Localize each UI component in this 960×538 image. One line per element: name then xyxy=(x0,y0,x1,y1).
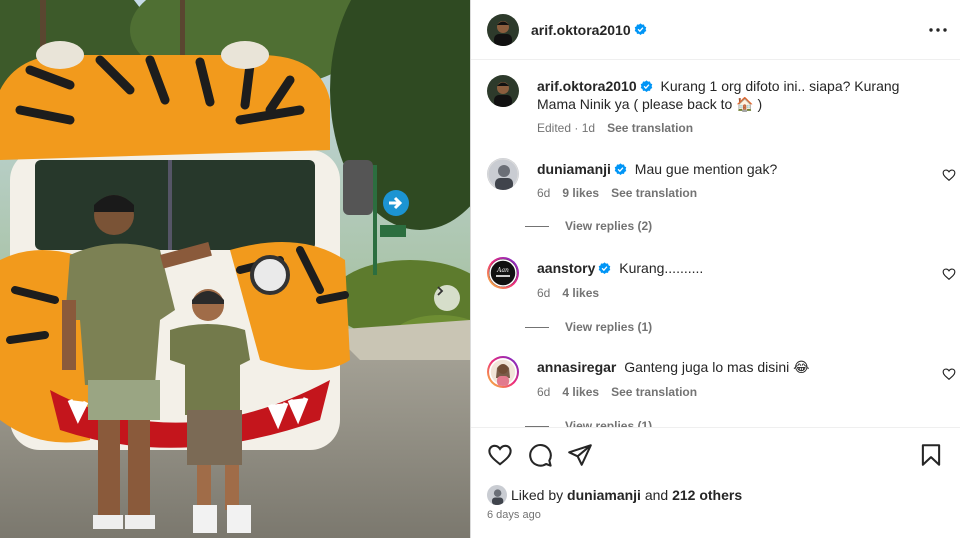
share-icon[interactable] xyxy=(567,442,593,468)
caption-username[interactable]: arif.oktora2010 xyxy=(537,78,637,94)
liked-by-row: Liked by duniamanji and 212 others xyxy=(487,485,742,505)
comment-likes[interactable]: 9 likes xyxy=(562,186,599,200)
view-replies-button[interactable]: View replies (2) xyxy=(525,219,652,233)
post-sidebar: arif.oktora2010 arif.oktora2010 Kurang 1 xyxy=(470,0,960,538)
more-options-button[interactable] xyxy=(926,18,950,42)
photo-illustration xyxy=(0,0,470,538)
liked-by-avatar[interactable] xyxy=(487,485,507,505)
comment-username[interactable]: annasiregar xyxy=(537,359,616,375)
author-username[interactable]: arif.oktora2010 xyxy=(531,22,631,38)
comment-text: Kurang.......... xyxy=(619,260,704,276)
liked-by-prefix: Liked by xyxy=(511,487,564,503)
comment-username[interactable]: duniamanji xyxy=(537,161,611,177)
view-replies-label: View replies (2) xyxy=(565,219,653,233)
caption-meta: Edited · 1d See translation xyxy=(537,121,694,135)
see-translation-link[interactable]: See translation xyxy=(607,121,693,135)
comment-text: Ganteng juga lo mas disini 😂 xyxy=(624,359,810,375)
author-avatar[interactable] xyxy=(487,13,519,46)
comment-avatar-story-ring[interactable]: Aan xyxy=(487,257,519,289)
verified-badge-icon xyxy=(599,262,611,274)
comments-list[interactable]: arif.oktora2010 Kurang 1 org difoto ini.… xyxy=(471,61,960,427)
svg-text:Aan: Aan xyxy=(496,267,509,274)
comment-avatar-story-ring[interactable] xyxy=(487,356,519,388)
see-translation-link[interactable]: See translation xyxy=(611,186,697,200)
comment-avatar[interactable] xyxy=(487,158,519,190)
view-replies-button[interactable]: View replies (1) xyxy=(525,419,652,427)
post-photo xyxy=(0,0,470,538)
caption-avatar[interactable] xyxy=(487,75,519,107)
like-comment-heart-icon[interactable] xyxy=(942,367,956,381)
more-options-icon xyxy=(929,28,947,32)
comment-meta: 6d 9 likes See translation xyxy=(537,186,697,200)
liked-by-and: and xyxy=(644,487,669,503)
view-replies-label: View replies (1) xyxy=(565,320,653,334)
bookmark-icon[interactable] xyxy=(918,442,944,468)
caption-age: 1d xyxy=(581,121,596,135)
edited-label: Edited xyxy=(537,121,572,135)
comment-age: 6d xyxy=(537,385,551,399)
comment-meta: 6d 4 likes See translation xyxy=(537,385,697,399)
verified-badge-icon xyxy=(614,163,627,175)
like-comment-heart-icon[interactable] xyxy=(942,267,956,281)
verified-badge-icon xyxy=(640,80,652,92)
comment-icon[interactable] xyxy=(527,442,553,468)
like-comment-heart-icon[interactable] xyxy=(942,168,956,182)
heart-icon[interactable] xyxy=(487,442,513,468)
comment-username[interactable]: aanstory xyxy=(537,260,595,276)
liked-by-others[interactable]: 212 others xyxy=(672,487,742,503)
comment-likes[interactable]: 4 likes xyxy=(562,286,599,300)
action-bar xyxy=(487,442,944,468)
comment-likes[interactable]: 4 likes xyxy=(562,385,599,399)
post-header: arif.oktora2010 xyxy=(471,0,960,60)
replies-divider xyxy=(525,326,549,328)
post-timestamp[interactable]: 6 days ago xyxy=(487,509,541,521)
comment-age: 6d xyxy=(537,186,551,200)
comment-text: Mau gue mention gak? xyxy=(634,161,778,177)
next-slide-icon xyxy=(437,286,444,296)
next-slide-button[interactable] xyxy=(434,285,460,311)
view-replies-button[interactable]: View replies (1) xyxy=(525,320,652,334)
liked-by-username[interactable]: duniamanji xyxy=(567,487,641,503)
post-modal: arif.oktora2010 arif.oktora2010 Kurang 1 xyxy=(0,0,960,538)
post-footer: Liked by duniamanji and 212 others 6 day… xyxy=(471,427,960,538)
view-replies-label: View replies (1) xyxy=(565,419,653,427)
comment-meta: 6d 4 likes xyxy=(537,286,599,300)
comment-age: 6d xyxy=(537,286,551,300)
verified-badge-icon xyxy=(634,23,646,35)
replies-divider xyxy=(525,225,549,227)
caption-text: arif.oktora2010 Kurang 1 org difoto ini.… xyxy=(537,77,936,113)
see-translation-link[interactable]: See translation xyxy=(611,385,697,399)
